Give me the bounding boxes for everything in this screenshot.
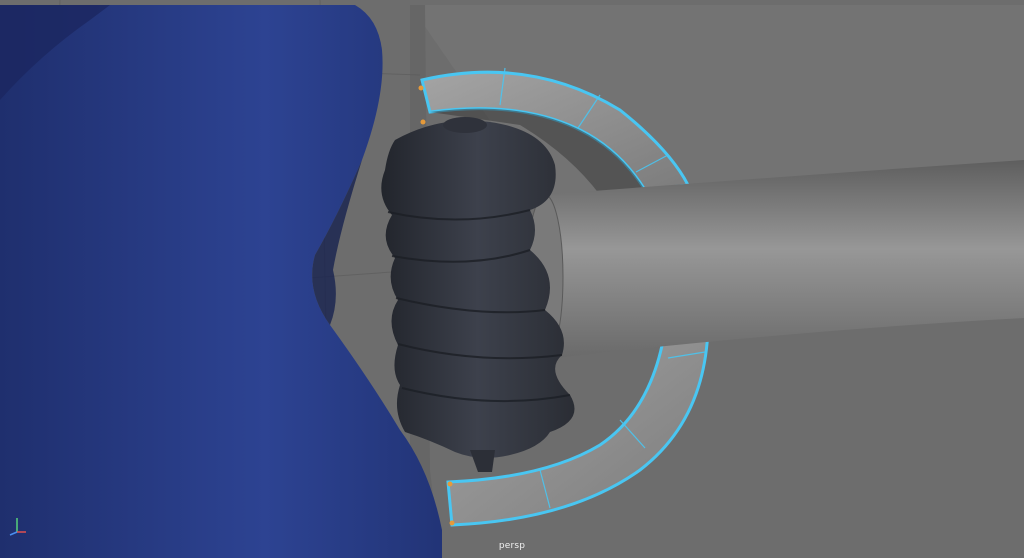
scene-canvas[interactable] (0, 0, 1024, 558)
axis-gizmo (9, 518, 26, 536)
z-axis-line (9, 531, 18, 536)
rubber-boot[interactable] (381, 117, 575, 472)
perspective-viewport[interactable]: persp (0, 0, 1024, 558)
camera-name-label: persp (498, 541, 526, 551)
